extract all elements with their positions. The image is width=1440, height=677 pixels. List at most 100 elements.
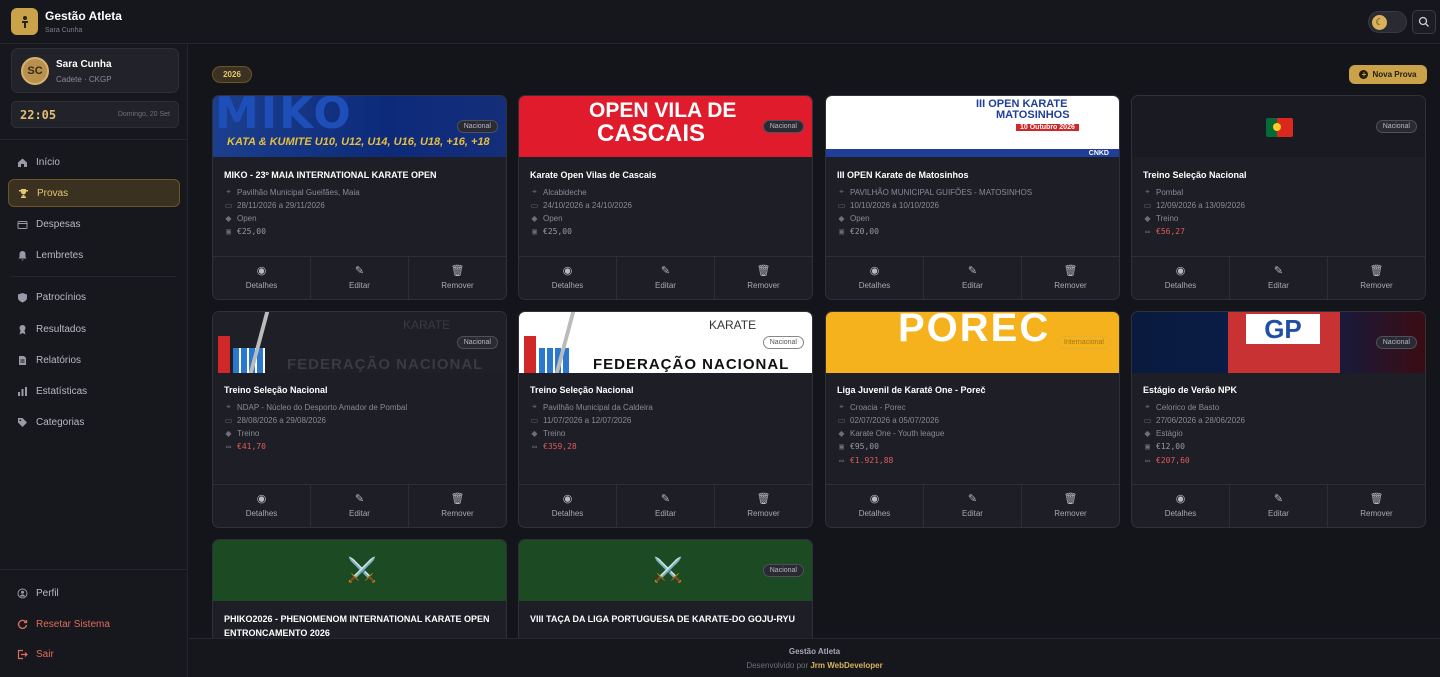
sidebar-item-label: Lembretes (36, 249, 84, 261)
remove-button[interactable]: 🗑 Remover (1022, 257, 1119, 299)
event-title: Treino Seleção Nacional (530, 385, 634, 395)
remove-button[interactable]: 🗑 Remover (409, 257, 506, 299)
details-button[interactable]: ◉ Detalhes (519, 257, 617, 299)
edit-button[interactable]: ✎ Editar (1230, 485, 1328, 527)
details-button[interactable]: ◉ Detalhes (826, 485, 924, 527)
event-card[interactable]: OPEN VILA DE CASCAIS Nacional Karate Ope… (518, 95, 813, 300)
status-badge: Nacional (456, 336, 498, 349)
new-prova-button[interactable]: + Nova Prova (1349, 65, 1427, 84)
sidebar-item-lembretes[interactable]: Lembretes (8, 241, 180, 269)
status-badge: Nacional (762, 336, 804, 349)
app-logo-icon[interactable] (11, 8, 38, 35)
details-button[interactable]: ◉ Detalhes (1132, 485, 1230, 527)
location-pin-icon: ⌖ (226, 187, 231, 196)
footer: Gestão Atleta Desenvolvido por Jrm WebDe… (189, 638, 1440, 677)
sidebar-item-resetar[interactable]: Resetar Sistema (8, 610, 180, 638)
search-button[interactable] (1412, 10, 1436, 34)
eye-icon: ◉ (256, 265, 267, 277)
remove-button[interactable]: 🗑 Remover (715, 485, 812, 527)
event-card[interactable]: Nacional Treino Seleção Nacional ⌖ Pombal… (1131, 95, 1426, 300)
event-card[interactable]: GP Nacional Estágio de Verão NPK ⌖ Celori… (1131, 311, 1426, 528)
image-graphic (218, 336, 230, 373)
calendar-icon: ▭ (1143, 416, 1152, 425)
event-card[interactable]: POREC Internacional Liga Juvenil de Kara… (825, 311, 1120, 528)
remove-button[interactable]: 🗑 Remover (409, 485, 506, 527)
event-location: ⌖ PAVILHÃO MUNICIPAL GUIFÕES - MATOSINHOS (837, 187, 1032, 197)
event-dates: ▭ 28/11/2026 a 29/11/2026 (224, 201, 325, 210)
details-button[interactable]: ◉ Detalhes (826, 257, 924, 299)
event-card[interactable]: MIKO KATA & KUMITE U10, U12, U14, U16, U… (212, 95, 507, 300)
sidebar-item-patrocinios[interactable]: Patrocínios (8, 283, 180, 311)
edit-button[interactable]: ✎ Editar (1230, 257, 1328, 299)
theme-toggle[interactable]: ☾ (1368, 11, 1407, 33)
event-card[interactable]: KARATE FEDERAÇÃO NACIONAL Nacional Trein… (212, 311, 507, 528)
event-category: ◆ Treino (531, 429, 566, 438)
details-button[interactable]: ◉ Detalhes (213, 485, 311, 527)
trophy-icon (18, 188, 29, 199)
location-pin-icon: ⌖ (839, 187, 844, 196)
sidebar-item-label: Perfil (36, 587, 59, 599)
year-filter[interactable]: 2026 (212, 66, 252, 83)
details-button[interactable]: ◉ Detalhes (519, 485, 617, 527)
edit-button[interactable]: ✎ Editar (311, 485, 409, 527)
details-button[interactable]: ◉ Detalhes (213, 257, 311, 299)
edit-button[interactable]: ✎ Editar (924, 485, 1022, 527)
sidebar-item-sair[interactable]: Sair (8, 640, 180, 668)
card-actions: ◉ Detalhes ✎ Editar 🗑 Remover (826, 484, 1119, 527)
remove-button[interactable]: 🗑 Remover (1328, 257, 1425, 299)
sidebar-item-label: Estatísticas (36, 385, 88, 397)
event-card[interactable]: III OPEN KARATE MATOSINHOS 10 Outubro 20… (825, 95, 1120, 300)
event-card[interactable]: ⚔️ PHIKO2026 - PHENOMENOM INTERNATIONAL … (212, 539, 507, 638)
tag-icon: ◆ (531, 214, 538, 223)
footer-author-link[interactable]: Jrm WebDeveloper (810, 661, 882, 670)
event-card[interactable]: ⚔️ Nacional VIII TAÇA DA LIGA PORTUGUESA… (518, 539, 813, 638)
sidebar-item-relatorios[interactable]: Relatórios (8, 346, 180, 374)
pencil-icon: ✎ (967, 265, 978, 277)
details-button[interactable]: ◉ Detalhes (1132, 257, 1230, 299)
remove-button[interactable]: 🗑 Remover (1328, 485, 1425, 527)
home-icon (17, 157, 28, 168)
edit-button[interactable]: ✎ Editar (924, 257, 1022, 299)
location-pin-icon: ⌖ (1145, 402, 1150, 411)
trash-icon: 🗑 (756, 493, 771, 505)
event-image: KARATE FEDERAÇÃO NACIONAL Nacional (519, 312, 812, 373)
user-card[interactable]: SC Sara Cunha Cadete · CKGP (11, 48, 179, 93)
moon-icon: ☾ (1372, 15, 1387, 30)
card-actions: ◉ Detalhes ✎ Editar 🗑 Remover (213, 256, 506, 299)
image-graphic (554, 312, 586, 373)
event-category: ◆ Karate One - Youth league (838, 429, 945, 438)
remove-button[interactable]: 🗑 Remover (715, 257, 812, 299)
event-image-text: GP (1246, 314, 1320, 344)
money-icon: ▣ (532, 227, 537, 236)
event-title: Estágio de Verão NPK (1143, 385, 1238, 395)
sidebar-item-provas[interactable]: Provas (8, 179, 180, 207)
edit-button[interactable]: ✎ Editar (617, 485, 715, 527)
sidebar-item-label: Despesas (36, 218, 81, 230)
remove-button[interactable]: 🗑 Remover (1022, 485, 1119, 527)
bar-chart-icon (17, 386, 28, 397)
app-subtitle: Sara Cunha (45, 27, 83, 34)
sidebar-item-resultados[interactable]: Resultados (8, 315, 180, 343)
eye-icon: ◉ (869, 493, 880, 505)
event-card[interactable]: KARATE FEDERAÇÃO NACIONAL Nacional Trein… (518, 311, 813, 528)
edit-button[interactable]: ✎ Editar (311, 257, 409, 299)
event-category: ◆ Open (225, 214, 257, 223)
new-prova-label: Nova Prova (1372, 70, 1417, 79)
medal-icon (17, 324, 28, 335)
edit-button[interactable]: ✎ Editar (617, 257, 715, 299)
sidebar-item-despesas[interactable]: Despesas (8, 210, 180, 238)
sidebar-item-categorias[interactable]: Categorias (8, 408, 180, 436)
trash-icon: 🗑 (1369, 265, 1384, 277)
sidebar-item-estatisticas[interactable]: Estatísticas (8, 377, 180, 405)
sidebar-item-label: Resultados (36, 323, 87, 335)
event-fee: ▣ €95,00 (837, 442, 879, 451)
event-location: ⌖ Pombal (1143, 187, 1183, 197)
pencil-icon: ✎ (1273, 493, 1284, 505)
sidebar-item-inicio[interactable]: Início (8, 148, 180, 176)
event-image: ⚔️ Nacional (519, 540, 812, 601)
sidebar-item-label: Resetar Sistema (36, 618, 110, 630)
crossed-swords-icon: ⚔️ (347, 557, 377, 584)
calendar-icon: ▭ (530, 201, 539, 210)
calendar-icon: ▭ (837, 416, 846, 425)
sidebar-item-perfil[interactable]: Perfil (8, 579, 180, 607)
